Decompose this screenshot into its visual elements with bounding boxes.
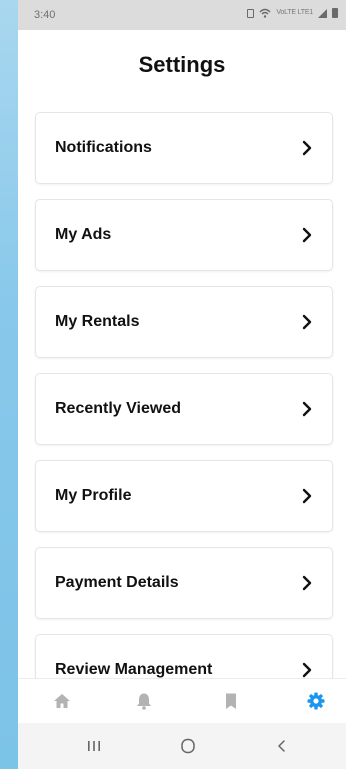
bottom-tab-bar (18, 678, 346, 724)
page-title: Settings (138, 52, 226, 77)
settings-item-my-profile[interactable]: My Profile (35, 460, 333, 532)
chevron-right-icon (302, 227, 312, 243)
recent-apps-icon[interactable] (82, 737, 106, 755)
signal-icon (318, 8, 327, 18)
bell-icon[interactable] (134, 691, 154, 711)
settings-item-label: Review Management (55, 661, 213, 678)
chevron-right-icon (302, 140, 312, 156)
settings-item-label: My Ads (55, 226, 112, 243)
gear-icon[interactable] (306, 691, 326, 711)
battery-icon (332, 8, 338, 18)
home-circle-icon[interactable] (176, 737, 200, 755)
network-label: VoLTE LTE1 (276, 9, 313, 16)
settings-item-my-ads[interactable]: My Ads (35, 199, 333, 271)
sim-icon (247, 8, 255, 18)
settings-item-label: My Profile (55, 487, 132, 504)
settings-item-label: Notifications (55, 139, 152, 156)
chevron-right-icon (302, 314, 312, 330)
home-icon[interactable] (52, 691, 72, 711)
back-icon[interactable] (270, 737, 294, 755)
settings-item-label: Payment Details (55, 574, 179, 591)
wifi-icon (259, 8, 271, 18)
settings-item-notifications[interactable]: Notifications (35, 112, 333, 184)
chevron-right-icon (302, 662, 312, 678)
settings-item-recently-viewed[interactable]: Recently Viewed (35, 373, 333, 445)
status-bar: 3:40 VoLTE LTE1 (18, 0, 346, 30)
system-nav-bar (18, 723, 346, 769)
settings-item-label: Recently Viewed (55, 400, 181, 417)
settings-item-label: My Rentals (55, 313, 140, 330)
phone-screen: 3:40 VoLTE LTE1 Settings Notifications M… (18, 0, 346, 769)
settings-item-payment-details[interactable]: Payment Details (35, 547, 333, 619)
chevron-right-icon (302, 575, 312, 591)
settings-item-my-rentals[interactable]: My Rentals (35, 286, 333, 358)
status-time: 3:40 (34, 9, 56, 21)
bookmark-icon[interactable] (221, 691, 241, 711)
status-icons: VoLTE LTE1 (247, 8, 338, 18)
chevron-right-icon (302, 401, 312, 417)
chevron-right-icon (302, 488, 312, 504)
